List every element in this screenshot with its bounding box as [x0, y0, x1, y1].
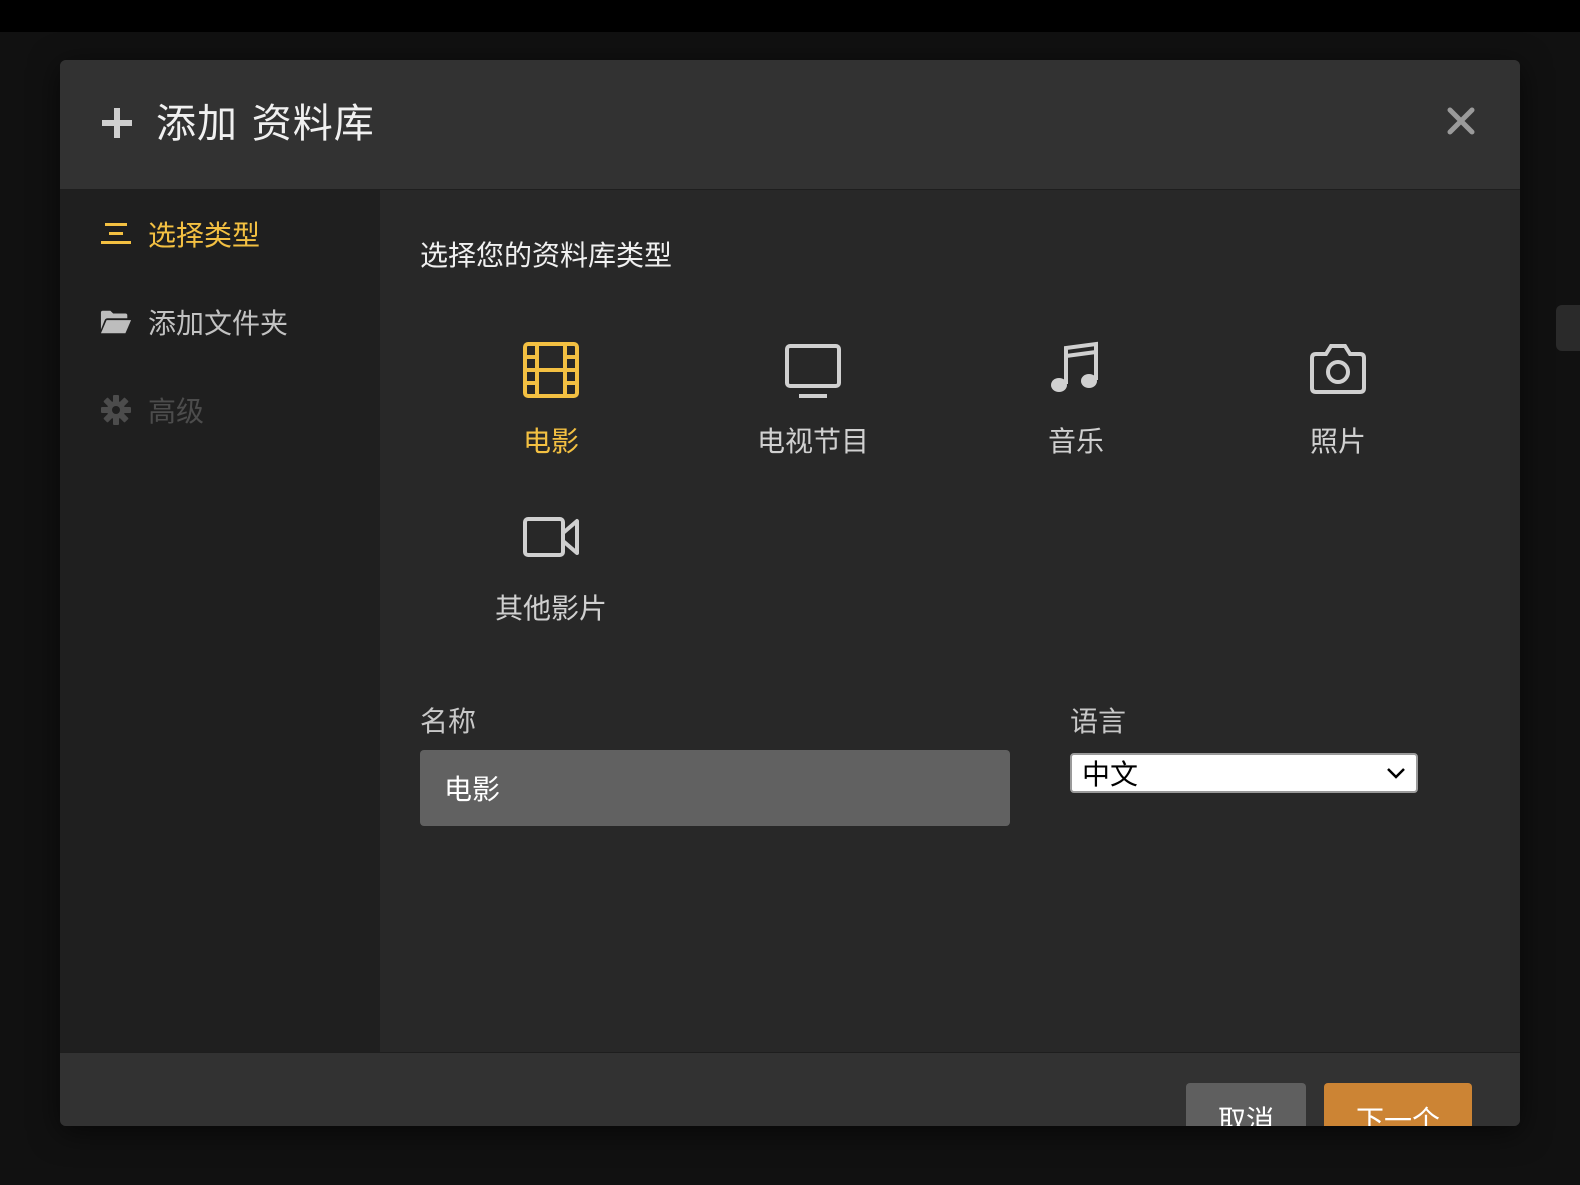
type-option-other-videos[interactable]: 其他影片 [451, 505, 651, 635]
add-library-dialog: 添加 资料库 选择类型 添加文件夹 高级 选择您的资料库类型 电影 电视节目 音… [60, 60, 1520, 1126]
music-note-icon [1051, 341, 1098, 392]
cancel-button[interactable]: 取消 [1186, 1083, 1306, 1126]
library-name-input[interactable] [420, 750, 1010, 826]
next-button[interactable]: 下一个 [1324, 1083, 1472, 1126]
chevron-down-icon [1387, 768, 1405, 779]
type-option-label: 照片 [1309, 425, 1366, 458]
gear-icon [100, 394, 132, 426]
background-edge-tab [1556, 305, 1580, 351]
name-label: 名称 [420, 705, 477, 738]
type-option-label: 其他影片 [494, 592, 607, 625]
section-title: 选择您的资料库类型 [420, 239, 673, 272]
language-selected-value: 中文 [1082, 758, 1139, 791]
dialog-title: 添加 资料库 [156, 101, 375, 147]
sidebar-item-select-type[interactable]: 选择类型 [100, 212, 260, 256]
dialog-footer: 取消 下一个 [60, 1052, 1520, 1126]
type-option-label: 电视节目 [756, 425, 869, 458]
dialog-header: 添加 资料库 [60, 60, 1520, 190]
sidebar-item-label: 选择类型 [148, 219, 261, 252]
plus-icon [102, 108, 132, 138]
list-icon [100, 218, 132, 250]
type-option-photos[interactable]: 照片 [1238, 338, 1438, 468]
camera-icon [1310, 344, 1366, 394]
folder-open-icon [100, 306, 132, 338]
close-icon[interactable] [1444, 104, 1478, 138]
sidebar-item-advanced: 高级 [100, 388, 204, 432]
type-option-label: 音乐 [1047, 425, 1104, 458]
top-bar [0, 0, 1580, 32]
film-icon [523, 342, 579, 398]
tv-icon [785, 344, 841, 398]
sidebar-item-add-folder[interactable]: 添加文件夹 [100, 300, 288, 344]
language-label: 语言 [1070, 705, 1127, 738]
type-option-label: 电影 [522, 425, 579, 458]
type-option-movies[interactable]: 电影 [451, 338, 651, 468]
sidebar-item-label: 高级 [148, 395, 205, 428]
video-camera-icon [523, 517, 579, 557]
wizard-steps-sidebar: 选择类型 添加文件夹 高级 [60, 190, 380, 1052]
library-type-panel: 选择您的资料库类型 电影 电视节目 音乐 照片 其他影片 名称 电影 语言 中文 [380, 190, 1520, 1052]
type-option-tv-shows[interactable]: 电视节目 [713, 338, 913, 468]
language-select[interactable]: 中文 [1070, 753, 1418, 793]
sidebar-item-label: 添加文件夹 [148, 307, 289, 340]
type-option-music[interactable]: 音乐 [976, 338, 1176, 468]
